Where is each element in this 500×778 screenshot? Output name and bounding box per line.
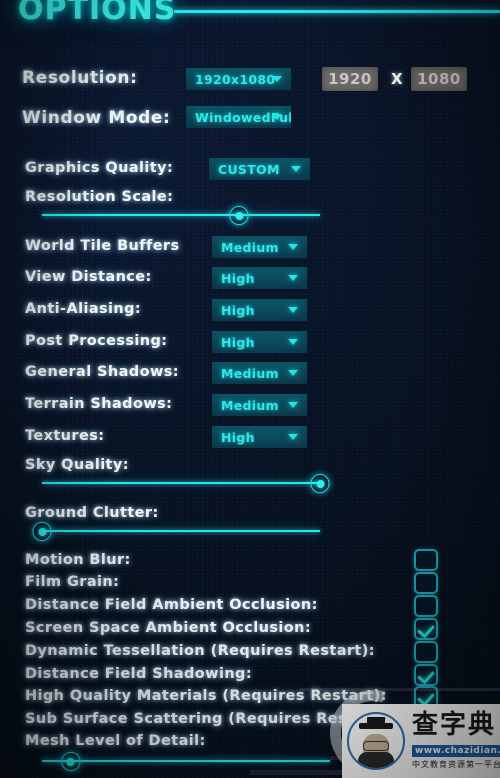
resolution-height-field[interactable]: 1080	[411, 67, 467, 91]
setting-dropdown-value: Medium	[221, 365, 279, 381]
chevron-down-icon	[288, 275, 298, 281]
chevron-down-icon	[291, 166, 301, 172]
window-mode-label: Window Mode:	[22, 108, 171, 128]
resolution-separator: X	[391, 70, 403, 88]
watermark: 查字典 www.chazidian.com 中文教育资源第一平台	[342, 704, 500, 778]
setting-dropdown-value: High	[221, 334, 255, 350]
setting-label: Textures:	[25, 428, 105, 444]
graphics-quality-value: CUSTOM	[218, 161, 280, 177]
page-title: OPTIONS	[18, 0, 177, 27]
window-mode-dropdown[interactable]: WindowedFul	[186, 106, 291, 128]
checkbox-label: High Quality Materials (Requires Restart…	[25, 688, 387, 704]
chevron-down-icon	[288, 339, 298, 345]
checkbox-label: Distance Field Ambient Occlusion:	[25, 597, 318, 613]
setting-checkbox[interactable]	[414, 618, 438, 640]
chevron-down-icon	[272, 76, 282, 82]
watermark-url: www.chazidian.com	[412, 745, 500, 757]
slider-track	[42, 760, 330, 762]
checkbox-label: Sub Surface Scattering (Requires Restart…	[25, 711, 393, 727]
slider-thumb[interactable]	[32, 522, 52, 541]
setting-dropdown[interactable]: Medium	[212, 394, 307, 416]
setting-dropdown[interactable]: High	[212, 331, 307, 353]
checkbox-label: Dynamic Tessellation (Requires Restart):	[25, 643, 375, 659]
setting-label: Terrain Shadows:	[25, 396, 173, 412]
setting-dropdown-value: Medium	[221, 239, 279, 255]
checkbox-label: Film Grain:	[25, 574, 120, 590]
checkbox-label: Motion Blur:	[25, 552, 131, 568]
sky-quality-slider[interactable]	[42, 470, 330, 496]
slider-thumb[interactable]	[310, 474, 330, 493]
setting-dropdown-value: High	[221, 270, 255, 286]
checkbox-label: Distance Field Shadowing:	[25, 666, 253, 682]
setting-checkbox[interactable]	[414, 595, 438, 617]
options-screen: OPTIONS Resolution: 1920x1080 1920 X 108…	[0, 0, 500, 778]
resolution-label: Resolution:	[22, 68, 138, 88]
setting-checkbox[interactable]	[414, 572, 438, 594]
setting-label: View Distance:	[25, 269, 152, 285]
header-divider	[174, 10, 500, 13]
graduate-avatar-icon	[347, 712, 405, 770]
setting-label: General Shadows:	[25, 364, 179, 380]
chevron-down-icon	[288, 434, 298, 440]
setting-dropdown-value: High	[221, 429, 255, 445]
resolution-dropdown[interactable]: 1920x1080	[186, 68, 291, 90]
setting-checkbox[interactable]	[414, 549, 438, 571]
slider-thumb[interactable]	[229, 206, 249, 225]
ground-clutter-slider[interactable]	[32, 518, 320, 544]
setting-checkbox[interactable]	[414, 641, 438, 663]
watermark-brand: 查字典	[412, 710, 497, 740]
slider-track	[42, 530, 320, 532]
chevron-down-icon	[288, 244, 298, 250]
chevron-down-icon	[288, 307, 298, 313]
setting-label: Post Processing:	[25, 333, 168, 349]
setting-dropdown[interactable]: Medium	[212, 362, 307, 384]
resolution-dropdown-value: 1920x1080	[195, 71, 276, 87]
chevron-down-icon	[288, 370, 298, 376]
setting-dropdown[interactable]: High	[212, 426, 307, 448]
setting-checkbox[interactable]	[414, 664, 438, 686]
mesh-lod-slider[interactable]	[42, 748, 330, 774]
setting-dropdown-value: High	[221, 302, 255, 318]
resolution-width-field[interactable]: 1920	[322, 67, 378, 91]
setting-dropdown[interactable]: High	[212, 299, 307, 321]
graphics-quality-dropdown[interactable]: CUSTOM	[209, 158, 310, 180]
graphics-quality-label: Graphics Quality:	[25, 160, 174, 176]
setting-label: Anti-Aliasing:	[25, 301, 142, 317]
setting-dropdown-value: Medium	[221, 397, 279, 413]
setting-dropdown[interactable]: Medium	[212, 236, 307, 258]
slider-track	[42, 214, 320, 216]
mesh-lod-label: Mesh Level of Detail:	[25, 733, 206, 749]
slider-thumb[interactable]	[61, 752, 81, 771]
watermark-tagline: 中文教育资源第一平台	[412, 760, 500, 769]
chevron-down-icon	[288, 402, 298, 408]
resolution-scale-slider[interactable]	[42, 202, 320, 228]
slider-track	[42, 482, 320, 484]
setting-dropdown[interactable]: High	[212, 267, 307, 289]
chevron-down-icon	[272, 114, 282, 120]
checkbox-label: Screen Space Ambient Occlusion:	[25, 620, 312, 636]
setting-label: World Tile Buffers	[25, 238, 180, 254]
